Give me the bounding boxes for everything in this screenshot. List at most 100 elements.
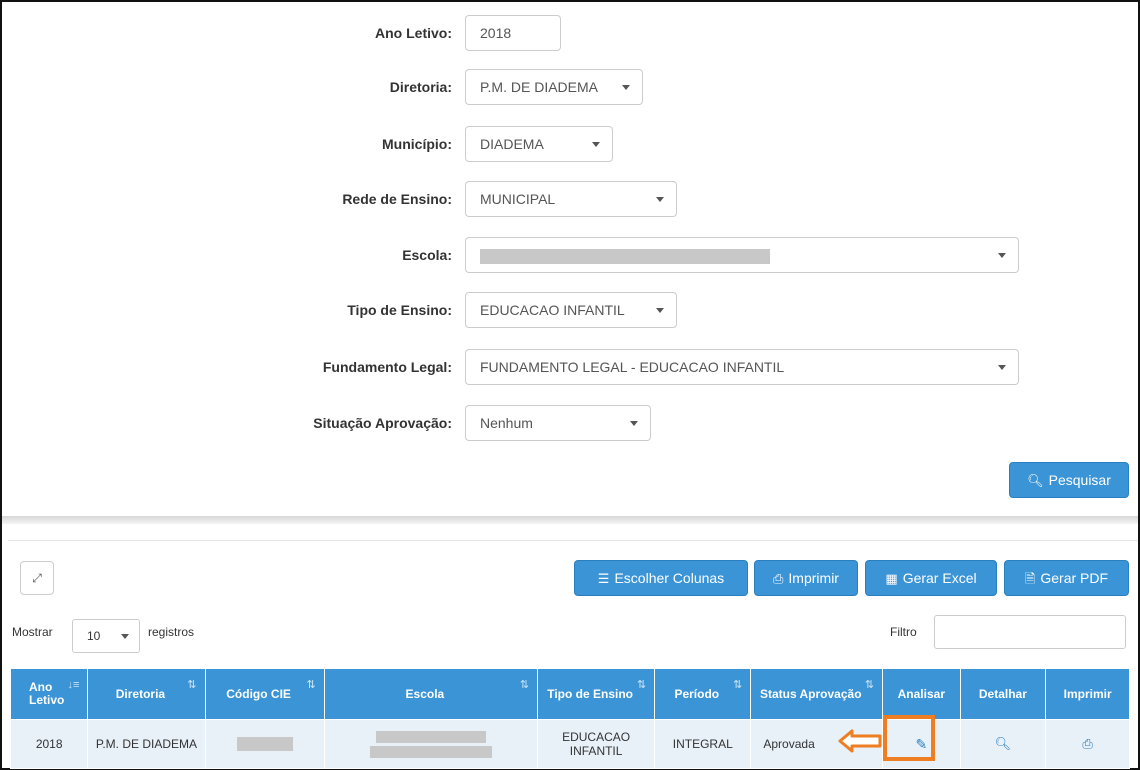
sort-asc-icon: ↓≡	[67, 679, 80, 691]
municipio-select[interactable]: DIADEMA	[465, 126, 613, 162]
expand-button[interactable]: ⤢	[20, 561, 54, 595]
panel-divider	[2, 516, 1138, 524]
results-panel: ⤢ ☰ Escolher Colunas ⎙ Imprimir ▦ Gerar Exc…	[8, 540, 1138, 769]
ano-letivo-input[interactable]: 2018	[465, 15, 561, 51]
col-imprimir: Imprimir	[1045, 668, 1130, 720]
row-escola: Escola:	[2, 237, 1138, 277]
filtro-label: Filtro	[890, 625, 917, 639]
col-escola[interactable]: Escola ⇅	[323, 668, 539, 720]
header-label: Ano Letivo	[29, 680, 65, 707]
gerar-excel-label: Gerar Excel	[902, 570, 977, 586]
results-table: Ano Letivo ↓≡ Diretoria ⇅ Código CIE ⇅ Esco…	[9, 668, 1130, 769]
cell-ano-letivo: 2018	[9, 719, 89, 769]
chevron-down-icon	[592, 142, 600, 147]
fundamento-legal-select[interactable]: FUNDAMENTO LEGAL - EDUCACAO INFANTIL	[465, 349, 1019, 385]
fundamento-legal-value: FUNDAMENTO LEGAL - EDUCACAO INFANTIL	[480, 359, 785, 375]
sort-icon: ⇅	[733, 679, 743, 691]
chevron-down-icon	[622, 85, 630, 90]
chevron-down-icon	[630, 421, 638, 426]
row-ano-letivo: Ano Letivo: 2018	[2, 15, 1138, 55]
cell-periodo: INTEGRAL	[654, 719, 752, 769]
imprimir-button[interactable]: ⎙ Imprimir	[754, 560, 858, 596]
list-icon: ☰	[597, 571, 610, 586]
cell-codigo-cie	[204, 719, 325, 769]
row-municipio: Município: DIADEMA	[2, 126, 1138, 166]
municipio-value: DIADEMA	[480, 136, 544, 152]
file-icon: 🗎︎	[1024, 571, 1036, 586]
col-codigo-cie[interactable]: Código CIE ⇅	[204, 668, 325, 720]
row-rede-ensino: Rede de Ensino: MUNICIPAL	[2, 181, 1138, 221]
col-tipo-ensino[interactable]: Tipo de Ensino ⇅	[537, 668, 656, 720]
ano-letivo-label: Ano Letivo:	[375, 25, 452, 41]
col-periodo[interactable]: Período ⇅	[654, 668, 752, 720]
expand-icon: ⤢	[32, 571, 42, 585]
col-diretoria[interactable]: Diretoria ⇅	[87, 668, 206, 720]
chevron-down-icon	[656, 308, 664, 313]
cell-tipo-ensino: EDUCACAO INFANTIL	[537, 719, 656, 769]
municipio-label: Município:	[382, 136, 452, 152]
row-fundamento-legal: Fundamento Legal: FUNDAMENTO LEGAL - EDU…	[2, 349, 1138, 389]
col-ano-letivo[interactable]: Ano Letivo ↓≡	[9, 668, 89, 720]
col-analisar: Analisar	[882, 668, 961, 720]
print-icon: ⎙	[1082, 736, 1093, 751]
header-label: Imprimir	[1063, 686, 1112, 701]
gerar-pdf-label: Gerar PDF	[1040, 570, 1109, 586]
escolher-colunas-button[interactable]: ☰ Escolher Colunas	[574, 560, 748, 596]
imprimir-row-button[interactable]: ⎙	[1045, 719, 1130, 769]
diretoria-value: P.M. DE DIADEMA	[480, 79, 598, 95]
header-label: Tipo de Ensino	[547, 686, 633, 701]
annotation-arrow-icon	[838, 729, 882, 753]
pesquisar-button[interactable]: 🔍︎ Pesquisar	[1009, 462, 1129, 498]
mostrar-label: Mostrar	[12, 625, 53, 639]
grid-icon: ▦	[885, 571, 898, 586]
gerar-excel-button[interactable]: ▦ Gerar Excel	[865, 560, 997, 596]
escola-select[interactable]	[465, 237, 1019, 273]
tipo-ensino-value: EDUCACAO INFANTIL	[480, 302, 625, 318]
tipo-ensino-select[interactable]: EDUCACAO INFANTIL	[465, 292, 677, 328]
redacted-escola-line	[369, 745, 492, 758]
detalhar-button[interactable]: 🔍︎	[959, 719, 1047, 769]
situacao-aprovacao-select[interactable]: Nenhum	[465, 405, 651, 441]
escolher-colunas-label: Escolher Colunas	[614, 570, 725, 586]
diretoria-select[interactable]: P.M. DE DIADEMA	[465, 69, 643, 105]
col-detalhar: Detalhar	[959, 668, 1047, 720]
search-panel: Ano Letivo: 2018 Diretoria: P.M. DE DIAD…	[2, 2, 1138, 516]
table-row: 2018 P.M. DE DIADEMA EDUCACAO INFANTIL I…	[9, 719, 1130, 769]
header-label: Detalhar	[978, 686, 1027, 701]
header-label: Status Aprovação	[759, 686, 862, 701]
escola-label: Escola:	[402, 247, 452, 263]
rede-ensino-select[interactable]: MUNICIPAL	[465, 181, 677, 217]
cell-escola	[323, 719, 539, 769]
fundamento-legal-label: Fundamento Legal:	[322, 359, 452, 375]
col-status-aprovacao[interactable]: Status Aprovação ⇅	[750, 668, 884, 720]
header-label: Diretoria	[115, 686, 166, 701]
situacao-aprovacao-label: Situação Aprovação:	[313, 415, 452, 431]
pesquisar-label: Pesquisar	[1048, 472, 1111, 488]
rede-ensino-value: MUNICIPAL	[480, 191, 556, 207]
sort-icon: ⇅	[636, 679, 647, 691]
sort-icon: ⇅	[519, 679, 530, 691]
page-length-select[interactable]: 10	[72, 619, 140, 653]
row-tipo-ensino: Tipo de Ensino: EDUCACAO INFANTIL	[2, 292, 1138, 332]
chevron-down-icon	[998, 365, 1006, 370]
table-header-row: Ano Letivo ↓≡ Diretoria ⇅ Código CIE ⇅ Esco…	[9, 668, 1130, 720]
sort-icon: ⇅	[306, 679, 316, 691]
search-icon: 🔍︎	[1027, 473, 1044, 488]
row-diretoria: Diretoria: P.M. DE DIADEMA	[2, 69, 1138, 109]
print-icon: ⎙	[773, 571, 784, 586]
redacted-codigo-cie	[236, 737, 293, 752]
redacted-escola	[480, 248, 770, 264]
annotation-highlight-box	[883, 715, 935, 761]
registros-label: registros	[148, 625, 195, 639]
imprimir-label: Imprimir	[788, 570, 839, 586]
search-icon: 🔍︎	[994, 736, 1012, 751]
chevron-down-icon	[121, 634, 129, 639]
page-length-value: 10	[87, 629, 101, 643]
gerar-pdf-button[interactable]: 🗎︎ Gerar PDF	[1004, 560, 1129, 596]
filter-input[interactable]	[934, 615, 1126, 649]
diretoria-label: Diretoria:	[389, 79, 452, 95]
cell-diretoria: P.M. DE DIADEMA	[87, 719, 206, 769]
header-label: Código CIE	[226, 686, 291, 701]
situacao-aprovacao-value: Nenhum	[480, 415, 533, 431]
header-label: Período	[674, 686, 720, 701]
